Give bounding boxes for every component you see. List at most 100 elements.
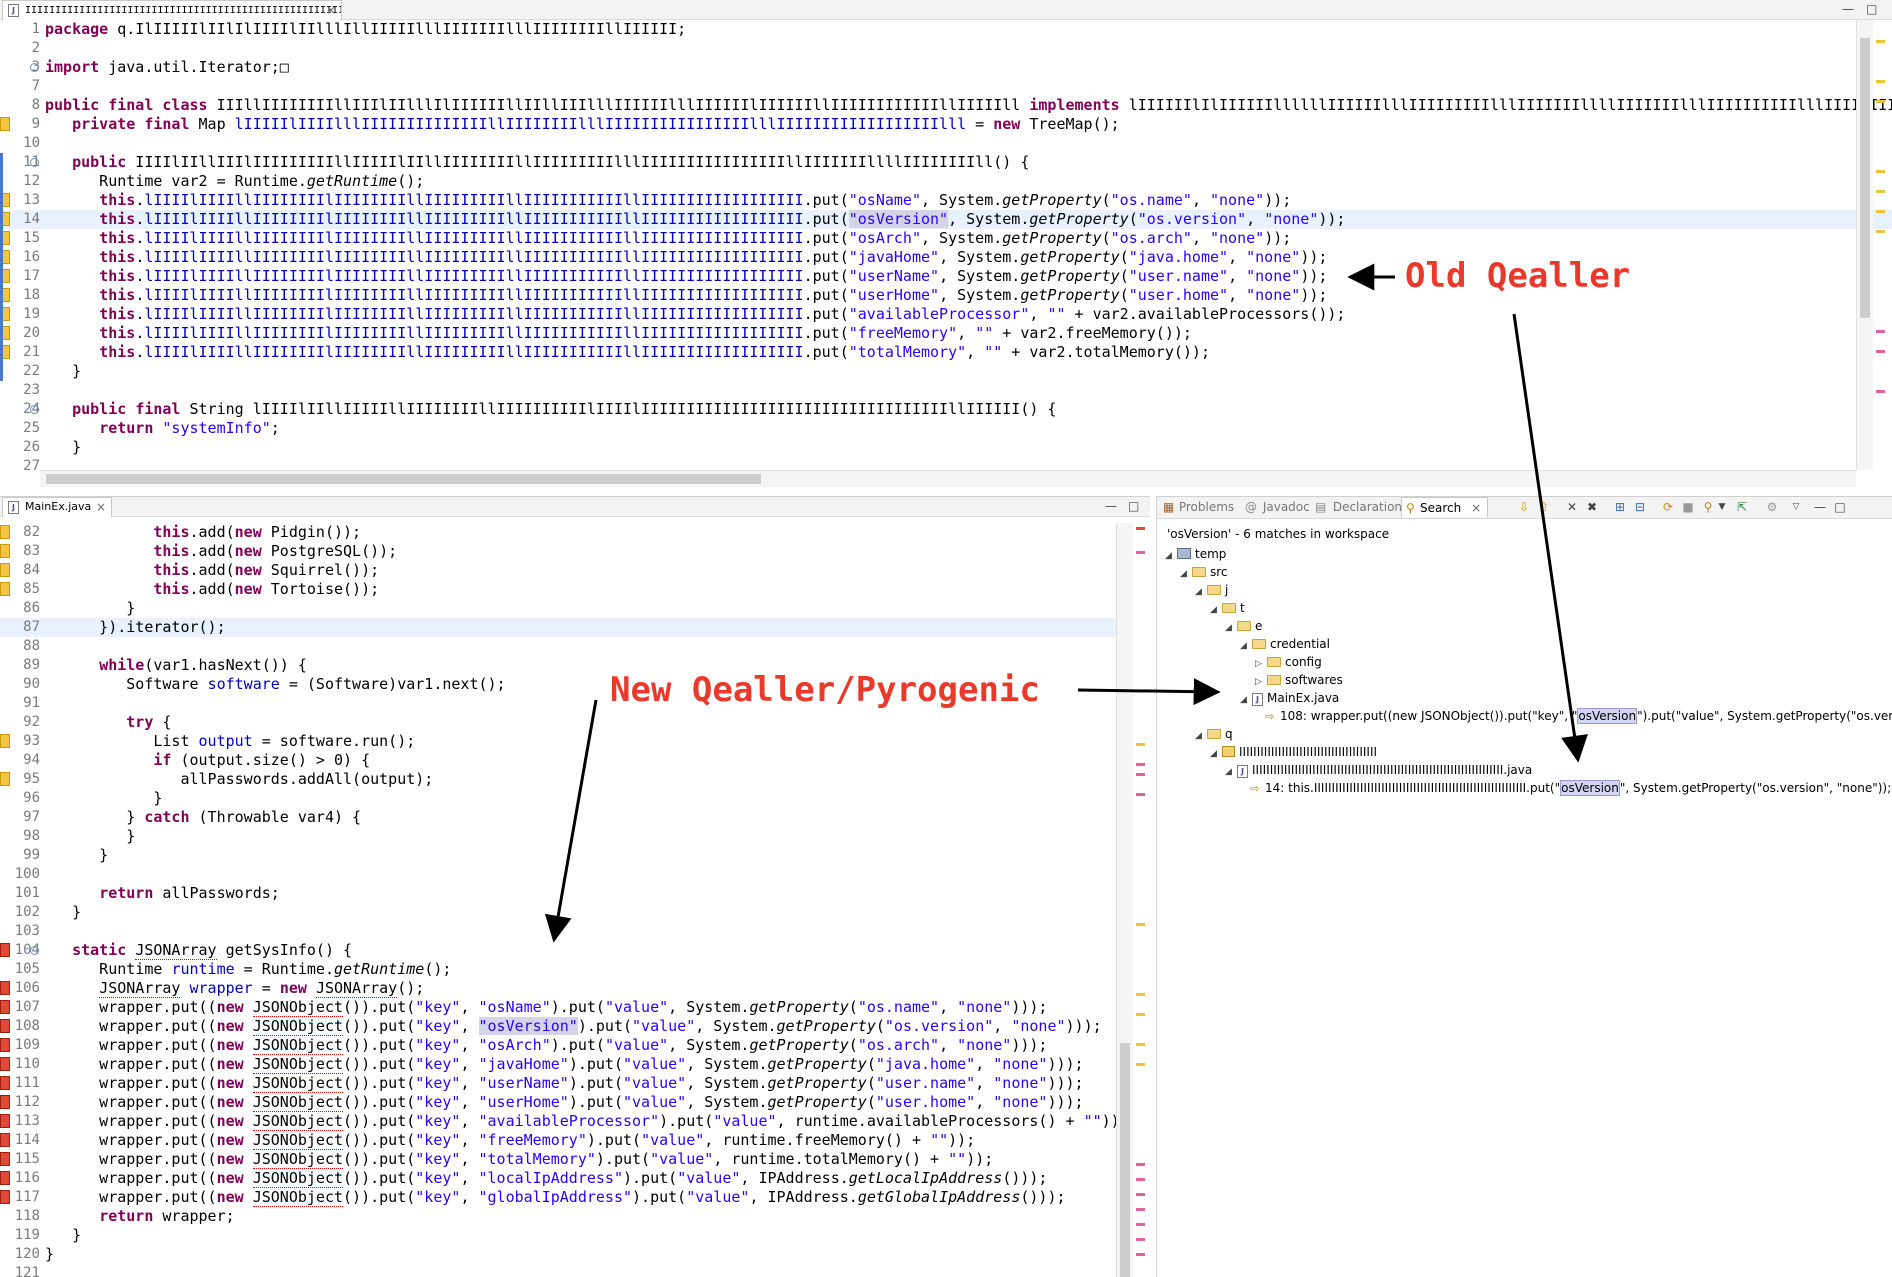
code-line[interactable]: 11 public IIIIlIIllIIIlIIIIIIIIIllIIIIIl…: [0, 153, 1892, 172]
error-marker-icon[interactable]: [0, 1171, 10, 1185]
fold-toggle-icon[interactable]: [30, 946, 39, 955]
collapse-all-icon[interactable]: ⊟: [1633, 500, 1647, 514]
tree-item-match[interactable]: ⇨ 14: this.IIIIIIIIIIIIIIIIIIIIIIIIIIIIII…: [1240, 779, 1891, 797]
warning-marker-icon[interactable]: [0, 734, 10, 748]
bottom-vertical-scroll-thumb[interactable]: [1120, 1043, 1130, 1277]
expanded-arrow-icon[interactable]: ◢: [1195, 727, 1205, 745]
code-line[interactable]: 87 }).iterator();: [0, 618, 1116, 637]
tree-item-file[interactable]: ◢ J IIIIIIIIIIIIIIIIIIIIIIIIIIIIIIIIIIIIII…: [1225, 761, 1532, 779]
cancel-search-icon[interactable]: ■: [1681, 500, 1695, 514]
code-line[interactable]: 110 wrapper.put((new JSONObject()).put("…: [0, 1055, 1116, 1074]
code-line[interactable]: 100: [0, 865, 1116, 884]
search-history-icon[interactable]: ⚲: [1701, 500, 1715, 514]
code-line[interactable]: 102 }: [0, 903, 1116, 922]
view-menu-icon[interactable]: ▽: [1789, 500, 1803, 514]
tree-item-folder[interactable]: ▷ config: [1255, 653, 1322, 671]
chevron-down-icon[interactable]: ▼: [1715, 500, 1729, 514]
code-line[interactable]: 114 wrapper.put((new JSONObject()).put("…: [0, 1131, 1116, 1150]
expand-all-icon[interactable]: ⊞: [1613, 500, 1627, 514]
tree-item-folder[interactable]: ◢ t: [1210, 599, 1245, 617]
expanded-arrow-icon[interactable]: ◢: [1210, 601, 1220, 619]
code-line[interactable]: 15 this.lIIIIlIIIIllIIIIIIIIlIIIIIIIIllI…: [0, 229, 1892, 248]
expanded-arrow-icon[interactable]: ◢: [1180, 565, 1190, 583]
top-vertical-scroll-thumb[interactable]: [1860, 38, 1870, 318]
code-line[interactable]: 119 }: [0, 1226, 1116, 1245]
remove-match-icon[interactable]: ✕: [1565, 500, 1579, 514]
sync-icon[interactable]: ⚙: [1765, 500, 1779, 514]
code-line[interactable]: 24 public final String lIIIIlIIllIIIIIll…: [0, 400, 1892, 419]
code-line[interactable]: 101 return allPasswords;: [0, 884, 1116, 903]
code-line[interactable]: 22 }: [0, 362, 1892, 381]
close-icon[interactable]: ×: [1471, 501, 1481, 515]
code-line[interactable]: 8 public final class IIIllIIIIIIIIllIIIlI…: [0, 96, 1892, 115]
previous-match-icon[interactable]: ⇧: [1537, 500, 1551, 514]
code-line[interactable]: 82 this.add(new Pidgin());: [0, 523, 1116, 542]
code-line[interactable]: 96 }: [0, 789, 1116, 808]
warning-marker-icon[interactable]: [0, 544, 10, 558]
error-marker-icon[interactable]: [0, 1152, 10, 1166]
code-line[interactable]: 98 }: [0, 827, 1116, 846]
tree-item-package[interactable]: ◢ IIIIIIIIIIIIIIIIIIIIIIIIIIIIIIIIIIIIIII: [1210, 743, 1377, 761]
error-marker-icon[interactable]: [0, 1038, 10, 1052]
code-line[interactable]: 105 Runtime runtime = Runtime.getRuntime…: [0, 960, 1116, 979]
code-line[interactable]: 99 }: [0, 846, 1116, 865]
error-marker-icon[interactable]: [0, 943, 10, 957]
code-line[interactable]: 19 this.lIIIIlIIIIllIIIIIIIIlIIIIIIIIllI…: [0, 305, 1892, 324]
code-line[interactable]: 106 JSONArray wrapper = new JSONArray();: [0, 979, 1116, 998]
code-line[interactable]: 13 this.lIIIIlIIIIllIIIIIIIIlIIIIIIIIllI…: [0, 191, 1892, 210]
code-line[interactable]: 118 return wrapper;: [0, 1207, 1116, 1226]
top-horizontal-scrollbar[interactable]: [40, 470, 1856, 487]
warning-marker-icon[interactable]: [0, 582, 10, 596]
code-line[interactable]: 104 static JSONArray getSysInfo() {: [0, 941, 1116, 960]
code-line[interactable]: 112 wrapper.put((new JSONObject()).put("…: [0, 1093, 1116, 1112]
bottom-vertical-scrollbar[interactable]: [1116, 523, 1133, 1277]
code-line[interactable]: 93 List output = software.run();: [0, 732, 1116, 751]
code-line[interactable]: 86 }: [0, 599, 1116, 618]
expanded-arrow-icon[interactable]: ◢: [1240, 691, 1250, 709]
expanded-arrow-icon[interactable]: ◢: [1210, 745, 1220, 763]
tree-item-folder[interactable]: ▷ softwares: [1255, 671, 1343, 689]
code-line[interactable]: 109 wrapper.put((new JSONObject()).put("…: [0, 1036, 1116, 1055]
tree-item-folder[interactable]: ◢ src: [1180, 563, 1228, 581]
code-line[interactable]: 25 return "systemInfo";: [0, 419, 1892, 438]
code-line[interactable]: 103: [0, 922, 1116, 941]
code-line[interactable]: 117 wrapper.put((new JSONObject()).put("…: [0, 1188, 1116, 1207]
top-horizontal-scroll-thumb[interactable]: [46, 474, 761, 484]
tree-item-folder[interactable]: ◢ credential: [1240, 635, 1330, 653]
minimize-icon[interactable]: —: [1842, 0, 1854, 18]
code-line[interactable]: 121: [0, 1264, 1116, 1277]
error-marker-icon[interactable]: [0, 1057, 10, 1071]
close-icon[interactable]: ×: [326, 1, 336, 19]
tree-item-match[interactable]: ⇨ 108: wrapper.put((new JSONObject()).put…: [1255, 707, 1892, 725]
code-line[interactable]: 120}: [0, 1245, 1116, 1264]
code-line[interactable]: 92 try {: [0, 713, 1116, 732]
warning-marker-icon[interactable]: [0, 117, 10, 131]
expanded-arrow-icon[interactable]: ◢: [1195, 583, 1205, 601]
fold-toggle-icon[interactable]: [30, 63, 39, 72]
minimize-icon[interactable]: —: [1813, 500, 1827, 514]
tab-search[interactable]: ⚲ Search ×: [1401, 497, 1489, 517]
top-vertical-scrollbar[interactable]: [1856, 20, 1873, 470]
code-line[interactable]: 2: [0, 39, 1892, 58]
expanded-arrow-icon[interactable]: ◢: [1225, 763, 1235, 781]
code-line[interactable]: 20 this.lIIIIlIIIIllIIIIIIIIlIIIIIIIIllI…: [0, 324, 1892, 343]
run-search-again-icon[interactable]: ⟳: [1661, 500, 1675, 514]
tree-item-file[interactable]: ◢ J MainEx.java: [1240, 689, 1339, 707]
warning-marker-icon[interactable]: [0, 525, 10, 539]
code-line[interactable]: 97 } catch (Throwable var4) {: [0, 808, 1116, 827]
code-line[interactable]: 14 this.lIIIIlIIIIllIIIIIIIIlIIIIIIIIllI…: [0, 210, 1892, 229]
code-line[interactable]: 3 import java.util.Iterator;□: [0, 58, 1892, 77]
code-line[interactable]: 85 this.add(new Tortoise());: [0, 580, 1116, 599]
code-line[interactable]: 115 wrapper.put((new JSONObject()).put("…: [0, 1150, 1116, 1169]
pin-view-icon[interactable]: ⇱: [1735, 500, 1749, 514]
code-line[interactable]: 88: [0, 637, 1116, 656]
tree-item-project[interactable]: ◢ temp: [1165, 545, 1226, 563]
code-line[interactable]: 83 this.add(new PostgreSQL());: [0, 542, 1116, 561]
code-line[interactable]: 94 if (output.size() > 0) {: [0, 751, 1116, 770]
code-line[interactable]: 107 wrapper.put((new JSONObject()).put("…: [0, 998, 1116, 1017]
tree-item-folder[interactable]: ◢ q: [1195, 725, 1233, 743]
code-line[interactable]: 21 this.lIIIIlIIIIllIIIIIIIIlIIIIIIIIllI…: [0, 343, 1892, 362]
search-results-tree[interactable]: ◢ temp ◢ src ◢ j ◢ t ◢ e ◢ credential ▷ config ▷ softwa…: [1157, 545, 1892, 1277]
next-match-icon[interactable]: ⇩: [1517, 500, 1531, 514]
error-marker-icon[interactable]: [0, 981, 10, 995]
